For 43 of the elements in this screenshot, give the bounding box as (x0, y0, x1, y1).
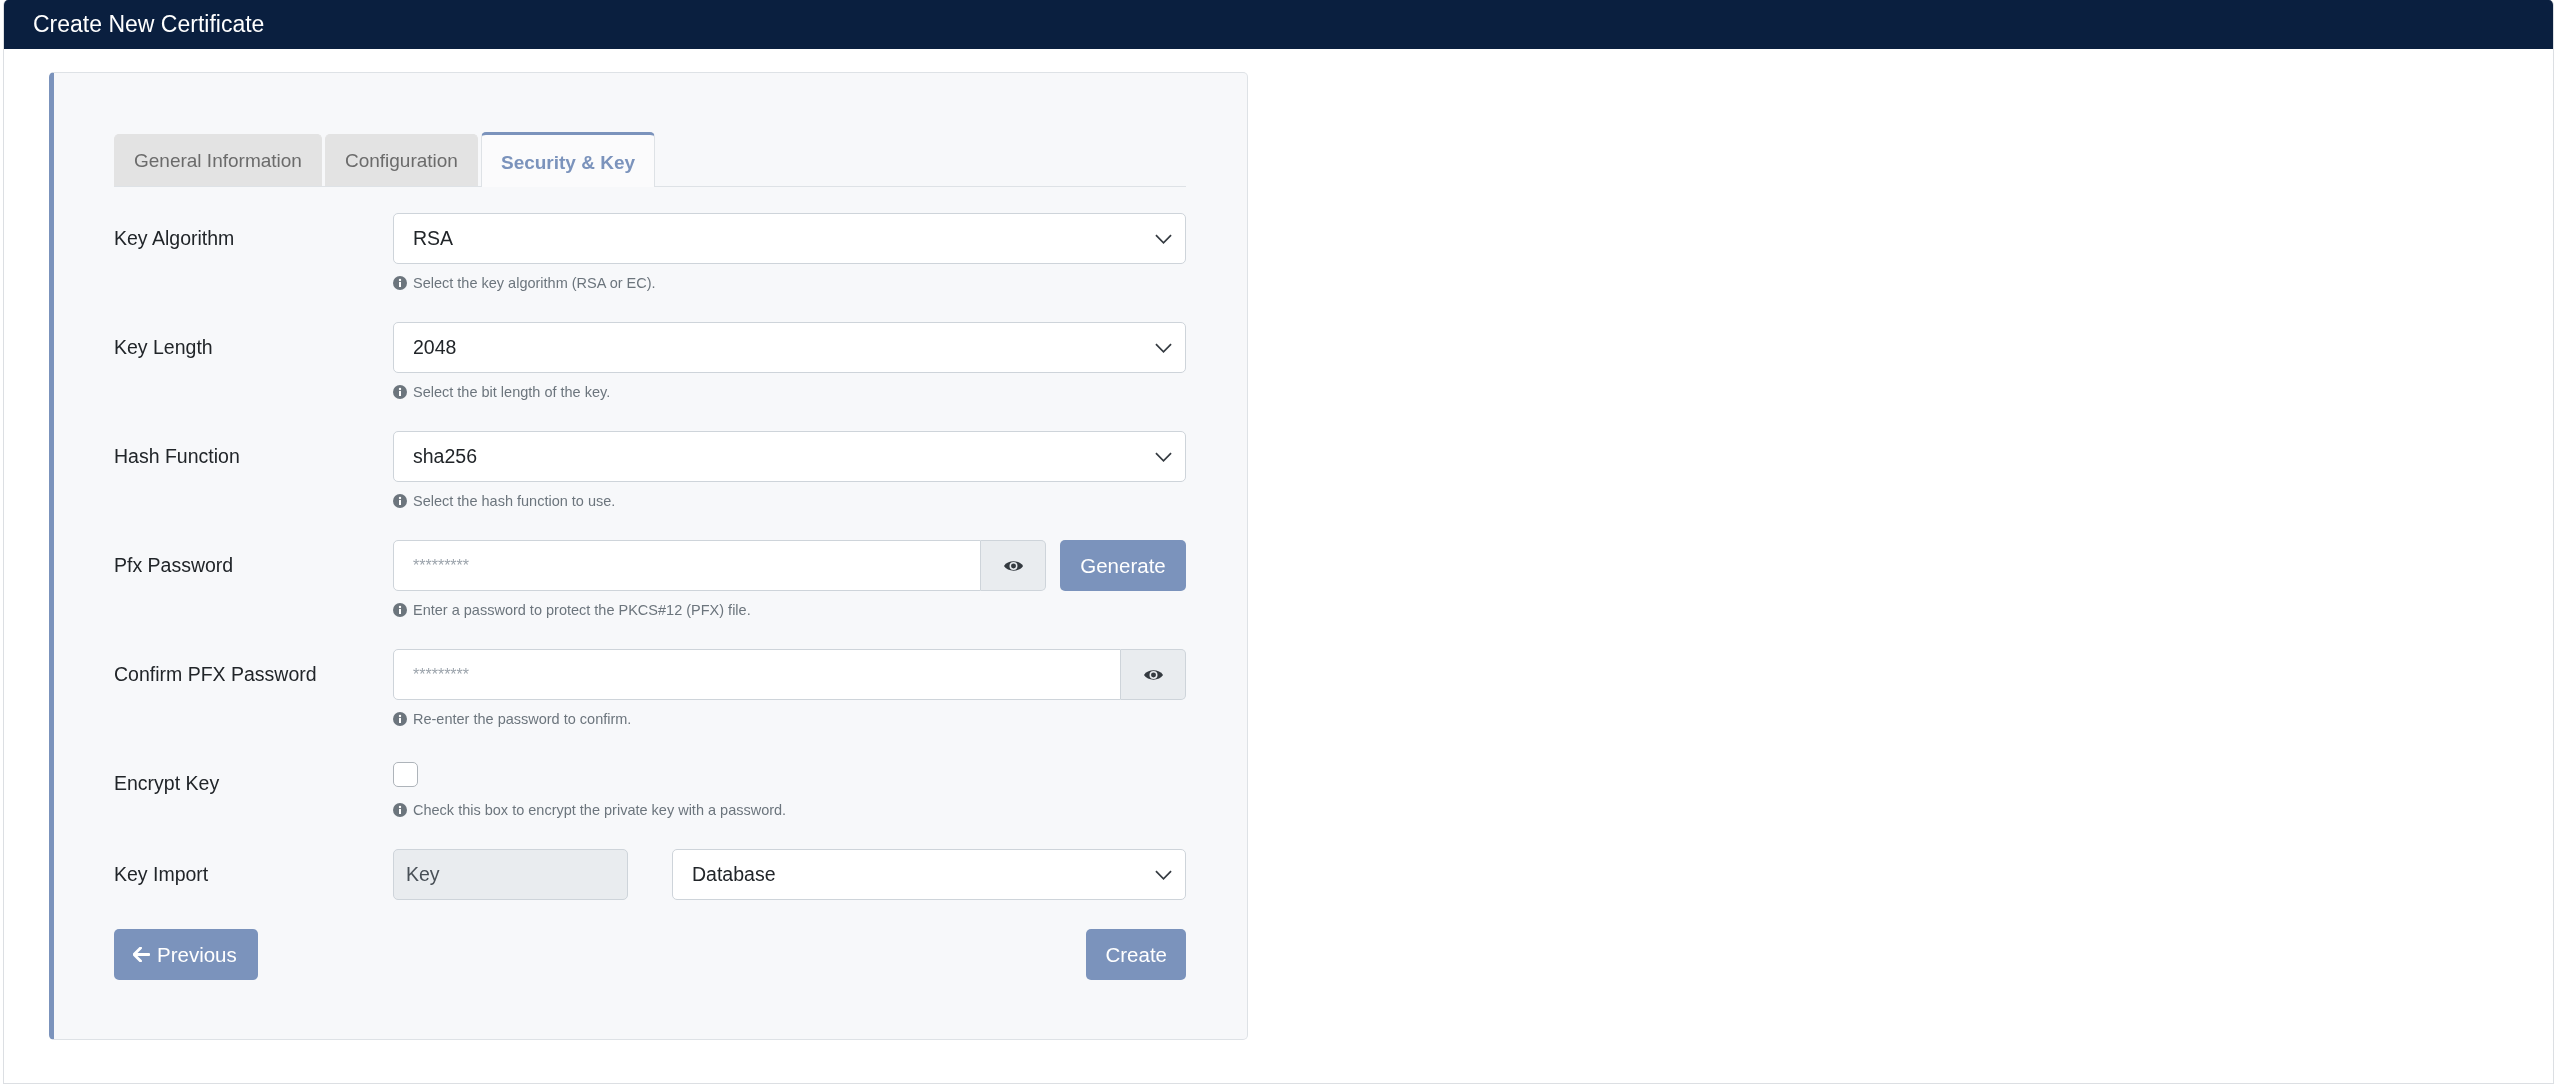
tab[interactable]: Security & Key (480, 132, 656, 187)
password-field[interactable]: ********* (393, 649, 1121, 700)
help-text: Check this box to encrypt the private key with a password. (413, 801, 787, 820)
tab[interactable]: Configuration (324, 134, 478, 186)
field-label: Pfx Password (114, 553, 235, 578)
eye-icon (1002, 558, 1024, 573)
field-label: Key Length (114, 335, 214, 360)
show-password-button[interactable] (1121, 649, 1186, 700)
readonly-field: Key (393, 849, 628, 900)
field-label: Key Import (114, 862, 210, 887)
create-button[interactable]: Create (1086, 929, 1186, 980)
info-icon (393, 803, 407, 817)
help-text: Enter a password to protect the PKCS#12 (PFX) file. (413, 601, 751, 620)
field-label: Key Algorithm (114, 226, 236, 251)
chevron-down-icon (1155, 869, 1172, 880)
info-icon (393, 494, 407, 508)
help-text: Select the key algorithm (RSA or EC). (413, 274, 656, 293)
previous-button[interactable]: Previous (114, 929, 258, 980)
select-field[interactable]: Database (672, 849, 1186, 900)
help-text: Select the bit length of the key. (413, 383, 611, 402)
chevron-down-icon (1155, 233, 1172, 244)
chevron-down-icon (1155, 451, 1172, 462)
info-icon (393, 603, 407, 617)
field-label: Encrypt Key (114, 771, 221, 796)
info-icon (393, 276, 407, 290)
password-field[interactable]: ********* (393, 540, 981, 591)
field-label: Hash Function (114, 444, 241, 469)
info-icon (393, 712, 407, 726)
select-field[interactable]: sha256 (393, 431, 1186, 482)
arrow-left-icon (133, 947, 150, 962)
checkbox[interactable] (393, 762, 418, 787)
show-password-button[interactable] (981, 540, 1046, 591)
select-field[interactable]: 2048 (393, 322, 1186, 373)
select-field[interactable]: RSA (393, 213, 1186, 264)
help-text: Select the hash function to use. (413, 492, 616, 511)
tab[interactable]: General Information (114, 134, 322, 186)
window-title: Create New Certificate (33, 11, 265, 38)
help-text: Re-enter the password to confirm. (413, 710, 632, 729)
chevron-down-icon (1155, 342, 1172, 353)
field-label: Confirm PFX Password (114, 662, 318, 687)
generate-button[interactable]: Generate (1060, 540, 1186, 591)
info-icon (393, 385, 407, 399)
eye-icon (1142, 667, 1164, 682)
